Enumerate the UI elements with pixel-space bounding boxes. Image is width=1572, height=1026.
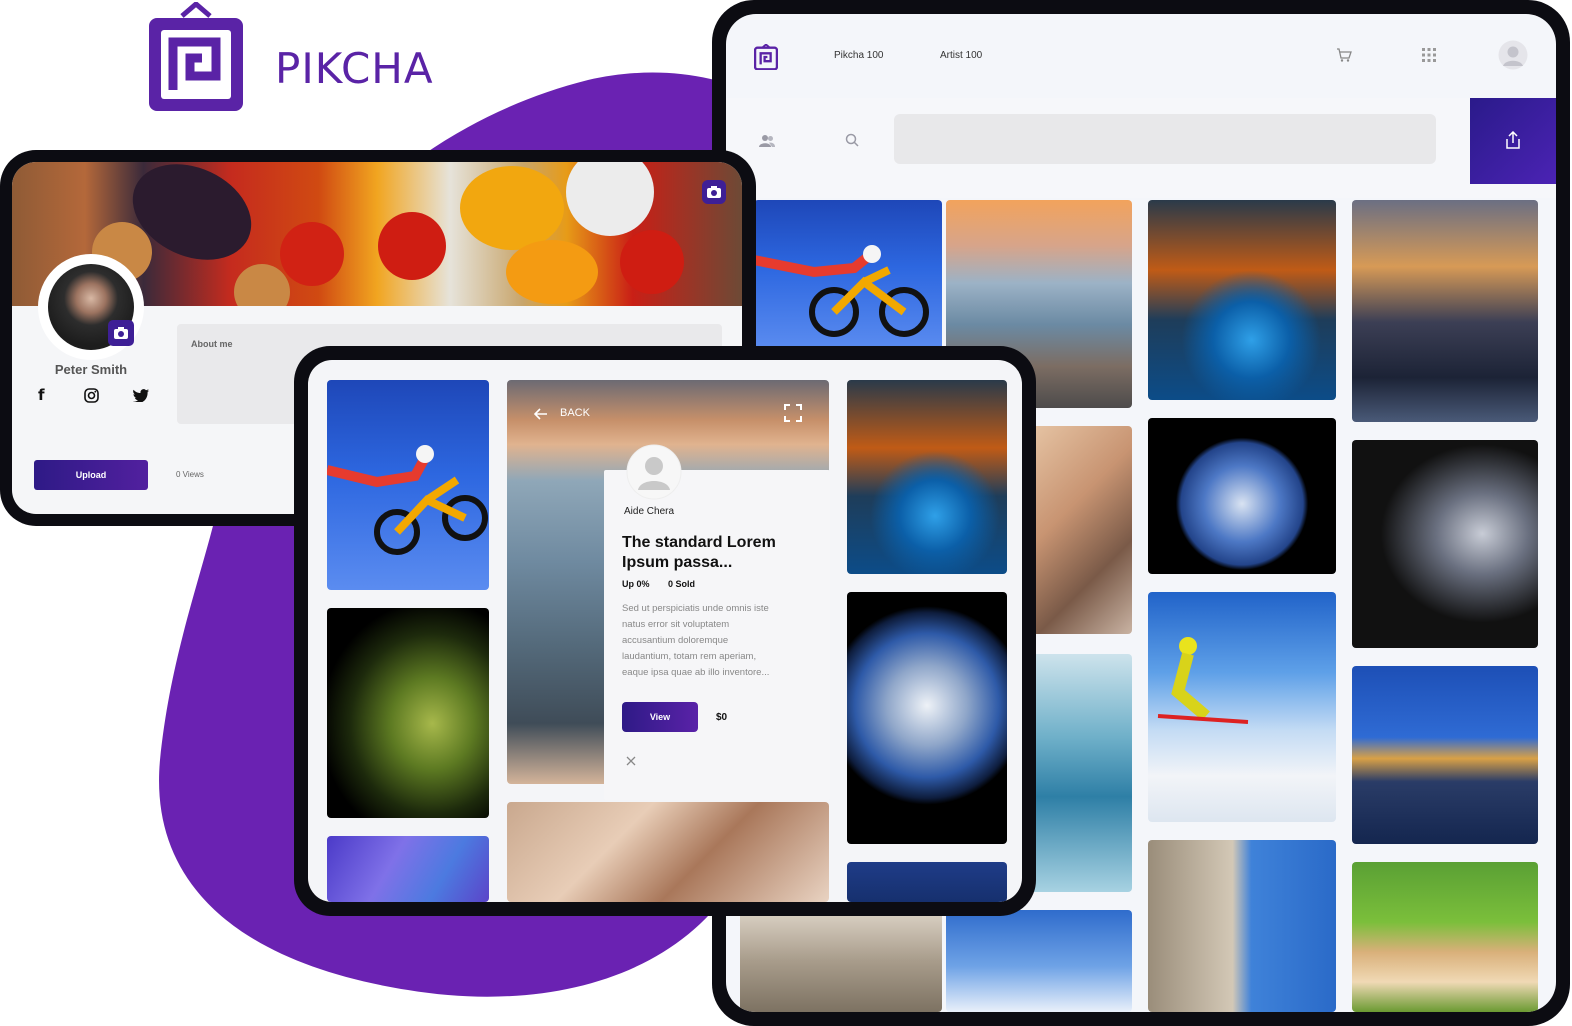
photo-castle[interactable] bbox=[1352, 200, 1538, 422]
camera-icon bbox=[114, 327, 128, 339]
description-line: accusantium doloremque bbox=[622, 635, 729, 646]
photo-rock-sky[interactable] bbox=[1148, 840, 1336, 1012]
twitter-icon[interactable] bbox=[133, 389, 149, 402]
search-icon[interactable] bbox=[845, 133, 859, 147]
facebook-icon[interactable]: f bbox=[38, 386, 45, 404]
photo-skier[interactable] bbox=[1148, 592, 1336, 822]
brand-name: PIKCHA bbox=[275, 44, 434, 93]
logo-icon bbox=[149, 2, 243, 111]
people-icon[interactable] bbox=[758, 134, 776, 148]
instagram-icon[interactable] bbox=[84, 388, 99, 403]
upload-button[interactable]: Upload bbox=[34, 460, 148, 490]
fullscreen-icon[interactable] bbox=[784, 404, 802, 422]
photo-motocross[interactable] bbox=[327, 380, 489, 590]
view-button[interactable]: View bbox=[622, 702, 698, 732]
photo-leopard[interactable] bbox=[1352, 440, 1538, 648]
nav-pikcha-100[interactable]: Pikcha 100 bbox=[834, 50, 883, 61]
logo-icon[interactable] bbox=[754, 44, 778, 70]
photo-earth[interactable] bbox=[1148, 418, 1336, 574]
motocross-rider bbox=[754, 245, 929, 337]
artist-name[interactable]: Aide Chera bbox=[624, 506, 674, 517]
description-line: natus error sit voluptatem bbox=[622, 619, 730, 630]
search-input[interactable] bbox=[894, 114, 1436, 164]
photo-forest-waterfall[interactable] bbox=[1148, 200, 1336, 400]
photo-navy[interactable] bbox=[847, 862, 1007, 902]
views-count: 0 Views bbox=[176, 470, 204, 479]
photo-puppies[interactable] bbox=[1352, 862, 1538, 1012]
photo-lizard[interactable] bbox=[327, 608, 489, 818]
photo-lake[interactable] bbox=[1026, 654, 1132, 892]
description-line: eaque ipsa quae ab illo inventore... bbox=[622, 667, 770, 678]
camera-icon bbox=[707, 186, 721, 198]
sold-stat: 0 Sold bbox=[668, 579, 696, 589]
about-me-label: About me bbox=[191, 339, 233, 349]
nav-artist-100[interactable]: Artist 100 bbox=[940, 50, 982, 61]
photo-forest-waterfall[interactable] bbox=[847, 380, 1007, 574]
photo-earth[interactable] bbox=[847, 592, 1007, 844]
artist-avatar[interactable] bbox=[626, 444, 682, 500]
up-stat: Up 0% bbox=[622, 579, 650, 589]
profile-name: Peter Smith bbox=[54, 362, 128, 377]
description-line: Sed ut perspiciatis unde omnis iste bbox=[622, 603, 769, 614]
photo-motocross[interactable] bbox=[754, 200, 942, 350]
arrow-left-icon bbox=[534, 408, 547, 420]
cart-icon[interactable] bbox=[1336, 48, 1352, 62]
detail-tablet-screen: BACK Aide Chera The standard Lorem Ipsum… bbox=[308, 360, 1022, 902]
avatar-camera-button[interactable] bbox=[108, 320, 134, 346]
artwork-title-line1: The standard Lorem bbox=[622, 534, 776, 551]
avatar-icon[interactable] bbox=[1498, 40, 1528, 70]
artwork-title-line2: Ipsum passa... bbox=[622, 554, 733, 571]
detail-tablet: BACK Aide Chera The standard Lorem Ipsum… bbox=[294, 346, 1036, 916]
photo-clouds[interactable] bbox=[946, 910, 1132, 1012]
photo-purple-abstract[interactable] bbox=[327, 836, 489, 902]
upload-button[interactable] bbox=[1470, 98, 1556, 184]
back-label: BACK bbox=[560, 407, 590, 419]
cover-camera-button[interactable] bbox=[702, 180, 726, 204]
photo-girl-rabbit[interactable] bbox=[507, 802, 829, 902]
photo-rock-cliff[interactable] bbox=[740, 910, 942, 1012]
info-card: Aide Chera The standard Lorem Ipsum pass… bbox=[604, 444, 830, 800]
price: $0 bbox=[716, 712, 728, 723]
upload-icon bbox=[1506, 131, 1520, 149]
photo-rabbit[interactable] bbox=[1026, 426, 1132, 634]
close-icon[interactable] bbox=[626, 756, 636, 766]
motocross-rider bbox=[327, 445, 488, 555]
grid-icon[interactable] bbox=[1422, 48, 1436, 62]
skier bbox=[1157, 637, 1249, 724]
description-line: laudantium, totam rem aperiam, bbox=[622, 651, 757, 662]
photo-city-night[interactable] bbox=[1352, 666, 1538, 844]
